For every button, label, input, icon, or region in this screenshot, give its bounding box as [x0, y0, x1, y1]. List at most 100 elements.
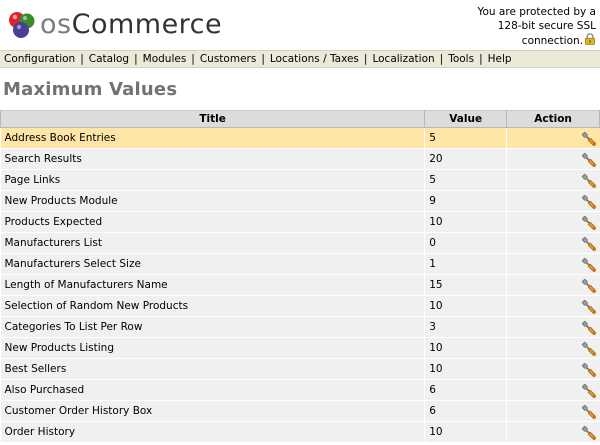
row-title: Address Book Entries	[0, 127, 425, 149]
table-row[interactable]: Address Book Entries 5	[0, 127, 600, 149]
row-value: 1	[424, 253, 507, 275]
menu-help[interactable]: Help	[488, 53, 512, 65]
row-action	[506, 148, 600, 170]
row-title: Also Purchased	[0, 379, 425, 401]
row-action	[506, 169, 600, 191]
row-title: Best Sellers	[0, 358, 425, 380]
row-title: Length of Manufacturers Name	[0, 274, 425, 296]
column-header-title: Title	[0, 110, 426, 128]
table-header-row: Title Value Action	[0, 110, 600, 128]
wrench-edit-icon[interactable]	[580, 298, 597, 315]
table-row[interactable]: Also Purchased 6	[0, 379, 600, 401]
menu-modules[interactable]: Modules	[143, 53, 187, 65]
main-menu: Configuration | Catalog | Modules | Customers |…	[0, 50, 600, 68]
row-value: 10	[424, 295, 507, 317]
table-row[interactable]: Order History 10	[0, 421, 600, 443]
wrench-edit-icon[interactable]	[580, 319, 597, 336]
max-values-table: Title Value Action Address Book Entries 5…	[0, 110, 600, 443]
header: osCommerce You are protected by a 128-bi…	[0, 0, 600, 49]
table-row[interactable]: Page Links 5	[0, 169, 600, 191]
row-value: 10	[424, 211, 507, 233]
ssl-notice: You are protected by a 128-bit secure SS…	[436, 5, 596, 48]
row-value: 9	[424, 190, 507, 212]
row-value: 3	[424, 316, 507, 338]
row-title: Products Expected	[0, 211, 425, 233]
table-row[interactable]: Selection of Random New Products 10	[0, 295, 600, 317]
row-action	[506, 400, 600, 422]
table-body: Address Book Entries 5 Search Results 20 Pag…	[0, 127, 600, 443]
row-value: 6	[424, 400, 507, 422]
wrench-edit-icon[interactable]	[580, 361, 597, 378]
table-row[interactable]: Customer Order History Box 6	[0, 400, 600, 422]
row-action	[506, 358, 600, 380]
row-title: Manufacturers Select Size	[0, 253, 425, 275]
row-value: 5	[424, 169, 507, 191]
row-title: Page Links	[0, 169, 425, 191]
row-value: 5	[424, 127, 507, 149]
wrench-edit-icon[interactable]	[580, 256, 597, 273]
table-row[interactable]: Products Expected 10	[0, 211, 600, 233]
row-action	[506, 421, 600, 443]
oscommerce-logo-balls-icon	[9, 12, 35, 38]
row-action	[506, 211, 600, 233]
wrench-edit-icon[interactable]	[580, 235, 597, 252]
row-title: Selection of Random New Products	[0, 295, 425, 317]
table-row[interactable]: Best Sellers 10	[0, 358, 600, 380]
row-value: 10	[424, 421, 507, 443]
row-title: New Products Listing	[0, 337, 425, 359]
wrench-edit-icon[interactable]	[580, 172, 597, 189]
row-title: New Products Module	[0, 190, 425, 212]
menu-configuration[interactable]: Configuration	[4, 53, 75, 65]
logo-wordmark: osCommerce	[40, 9, 223, 40]
ssl-line-2: 128-bit secure SSL	[497, 20, 596, 32]
row-action	[506, 127, 600, 149]
row-title: Categories To List Per Row	[0, 316, 425, 338]
row-action	[506, 232, 600, 254]
wrench-edit-icon[interactable]	[580, 130, 597, 147]
row-value: 20	[424, 148, 507, 170]
row-value: 10	[424, 358, 507, 380]
oscommerce-logo[interactable]: osCommerce	[6, 6, 222, 44]
table-row[interactable]: Manufacturers List 0	[0, 232, 600, 254]
ssl-line-3: connection.	[436, 33, 596, 48]
padlock-icon	[585, 33, 595, 45]
menu-customers[interactable]: Customers	[200, 53, 256, 65]
row-value: 0	[424, 232, 507, 254]
wrench-edit-icon[interactable]	[580, 340, 597, 357]
wrench-edit-icon[interactable]	[580, 214, 597, 231]
menu-locations-taxes[interactable]: Locations / Taxes	[270, 53, 359, 65]
column-header-action: Action	[506, 110, 600, 128]
row-title: Customer Order History Box	[0, 400, 425, 422]
row-action	[506, 295, 600, 317]
menu-tools[interactable]: Tools	[448, 53, 474, 65]
table-row[interactable]: Length of Manufacturers Name 15	[0, 274, 600, 296]
wrench-edit-icon[interactable]	[580, 151, 597, 168]
row-title: Order History	[0, 421, 425, 443]
row-action	[506, 337, 600, 359]
row-value: 15	[424, 274, 507, 296]
row-action	[506, 379, 600, 401]
ssl-line-1: You are protected by a	[477, 6, 596, 18]
table-row[interactable]: Search Results 20	[0, 148, 600, 170]
row-action	[506, 316, 600, 338]
wrench-edit-icon[interactable]	[580, 403, 597, 420]
table-row[interactable]: Manufacturers Select Size 1	[0, 253, 600, 275]
menu-catalog[interactable]: Catalog	[89, 53, 129, 65]
row-title: Manufacturers List	[0, 232, 425, 254]
row-action	[506, 274, 600, 296]
wrench-edit-icon[interactable]	[580, 424, 597, 441]
wrench-edit-icon[interactable]	[580, 193, 597, 210]
column-header-value: Value	[424, 110, 508, 128]
menu-localization[interactable]: Localization	[372, 53, 434, 65]
table-row[interactable]: New Products Listing 10	[0, 337, 600, 359]
row-value: 10	[424, 337, 507, 359]
wrench-edit-icon[interactable]	[580, 277, 597, 294]
wrench-edit-icon[interactable]	[580, 382, 597, 399]
row-title: Search Results	[0, 148, 425, 170]
table-row[interactable]: New Products Module 9	[0, 190, 600, 212]
row-value: 6	[424, 379, 507, 401]
row-action	[506, 253, 600, 275]
table-row[interactable]: Categories To List Per Row 3	[0, 316, 600, 338]
row-action	[506, 190, 600, 212]
page-title: Maximum Values	[3, 79, 178, 100]
